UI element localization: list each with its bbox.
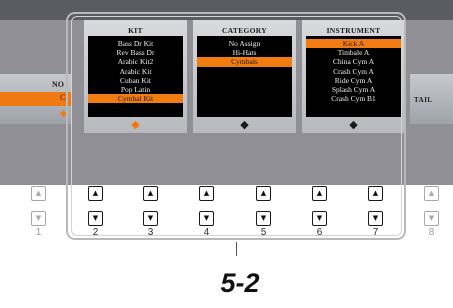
button-7-up[interactable]: ▲ — [368, 186, 383, 201]
list-item-selected[interactable]: Kick A — [306, 39, 401, 49]
instrument-column: INSTRUMENT Kick A Timbale A China Cym A … — [302, 20, 405, 133]
button-2-down[interactable]: ▼ — [88, 211, 103, 226]
button-6-down[interactable]: ▼ — [312, 211, 327, 226]
list-item[interactable]: Pop Latin — [88, 85, 183, 94]
button-4-up[interactable]: ▲ — [199, 186, 214, 201]
list-item[interactable]: Timbale A — [306, 48, 401, 57]
button-8-down[interactable]: ▼ — [424, 211, 439, 226]
instrument-list[interactable]: Kick A Timbale A China Cym A Crash Cym A… — [306, 36, 401, 117]
list-item[interactable]: Bass Dr Kit — [88, 39, 183, 48]
button-5-up[interactable]: ▲ — [256, 186, 271, 201]
right-panel-label: TAIL — [414, 96, 433, 104]
orange-updown-arrows-icon: ◆ — [60, 108, 67, 118]
button-2-up[interactable]: ▲ — [88, 186, 103, 201]
left-panel-label: NO — [52, 80, 64, 89]
button-number-5: 5 — [260, 227, 267, 238]
left-panel-value-bar[interactable]: C — [0, 92, 72, 106]
step-label: 5-2 — [220, 268, 260, 298]
button-number-8: 8 — [428, 227, 435, 238]
button-8-up[interactable]: ▲ — [424, 186, 439, 201]
button-5-down[interactable]: ▼ — [256, 211, 271, 226]
button-4-down[interactable]: ▼ — [199, 211, 214, 226]
button-6-up[interactable]: ▲ — [312, 186, 327, 201]
list-item[interactable]: Rev Bass Dr — [88, 48, 183, 57]
button-1-down[interactable]: ▼ — [31, 211, 46, 226]
instrument-column-title: INSTRUMENT — [326, 26, 381, 35]
button-number-4: 4 — [203, 227, 210, 238]
list-item[interactable]: Crash Cym A — [306, 67, 401, 76]
button-3-down[interactable]: ▼ — [143, 211, 158, 226]
button-3-up[interactable]: ▲ — [143, 186, 158, 201]
button-number-7: 7 — [372, 227, 379, 238]
list-item[interactable]: Hi-Hats — [197, 48, 292, 57]
category-column: CATEGORY No Assign Hi-Hats Cymbals ◆ — [193, 20, 296, 133]
left-partial-panel: NO C ◆ — [0, 74, 72, 124]
list-item[interactable]: China Cym A — [306, 57, 401, 66]
callout-leader-line — [236, 242, 237, 256]
updown-arrows-icon[interactable]: ◆ — [302, 117, 405, 133]
list-item[interactable]: Crash Cym B1 — [306, 94, 401, 103]
screen-top-bar — [0, 0, 453, 20]
button-number-6: 6 — [316, 227, 323, 238]
kit-list[interactable]: Bass Dr Kit Rev Bass Dr Arabic Kit2 Arab… — [88, 36, 183, 117]
list-item[interactable]: Arabic Kit2 — [88, 57, 183, 66]
list-item-selected[interactable]: Cymbal Kit — [88, 94, 183, 104]
orange-updown-arrows-icon[interactable]: ◆ — [84, 117, 187, 133]
updown-arrows-icon[interactable]: ◆ — [193, 117, 296, 133]
list-item[interactable]: No Assign — [197, 39, 292, 48]
category-column-title: CATEGORY — [222, 26, 267, 35]
right-partial-panel: TAIL — [410, 74, 453, 124]
list-item[interactable]: Cuban Kit — [88, 76, 183, 85]
button-number-2: 2 — [92, 227, 99, 238]
list-item[interactable]: Splash Cym A — [306, 85, 401, 94]
button-number-3: 3 — [147, 227, 154, 238]
button-number-1: 1 — [35, 227, 42, 238]
list-item-selected[interactable]: Cymbals — [197, 57, 292, 67]
button-7-down[interactable]: ▼ — [368, 211, 383, 226]
category-list[interactable]: No Assign Hi-Hats Cymbals — [197, 36, 292, 117]
list-item[interactable]: Arabic Kit — [88, 67, 183, 76]
kit-column-title: KIT — [128, 26, 143, 35]
kit-column: KIT Bass Dr Kit Rev Bass Dr Arabic Kit2 … — [84, 20, 187, 133]
button-1-up[interactable]: ▲ — [31, 186, 46, 201]
left-panel-value: C — [60, 93, 66, 102]
list-item[interactable]: Ride Cym A — [306, 76, 401, 85]
lcd-screen: NO C ◆ TAIL KIT Bass Dr Kit Rev Bass Dr … — [0, 0, 453, 185]
